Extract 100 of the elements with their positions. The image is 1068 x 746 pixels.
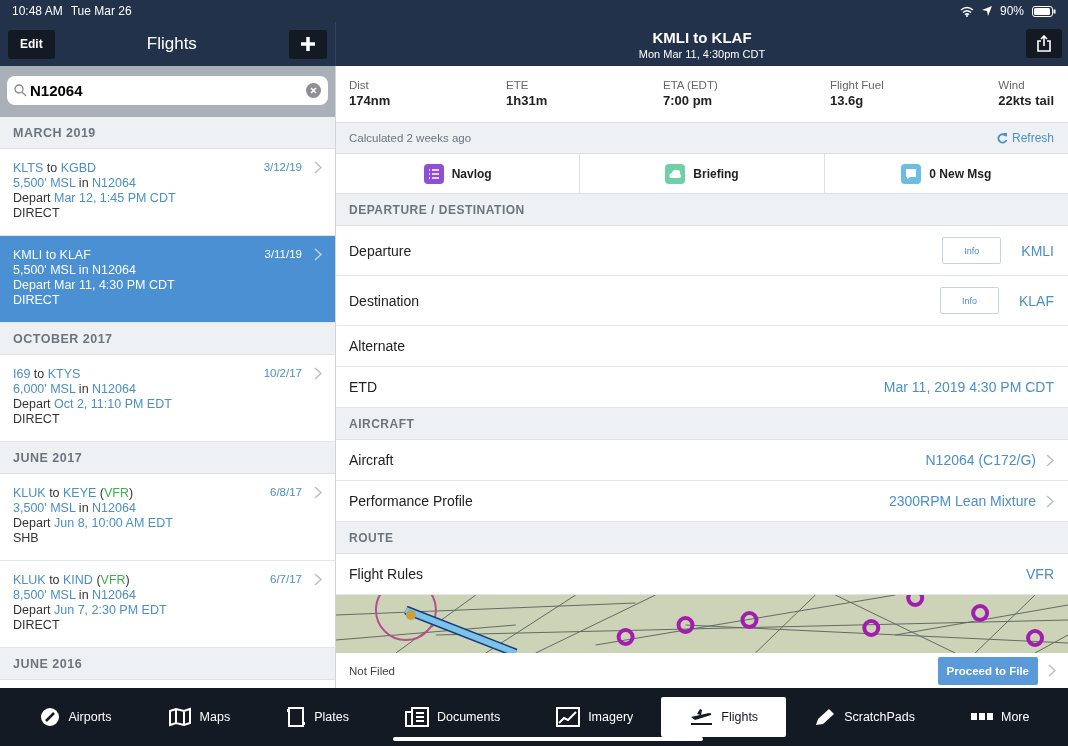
- refresh-icon: [996, 132, 1008, 144]
- section-header: JUNE 2016: [0, 648, 335, 680]
- flight-detail: SHB: [13, 531, 40, 546]
- chevron-icon: [314, 367, 322, 380]
- flight-date: 6/7/17: [270, 573, 302, 587]
- flight-detail: Depart Oct 2, 11:10 PM EDT: [13, 397, 173, 412]
- share-button[interactable]: [1026, 29, 1062, 58]
- wifi-icon: [959, 5, 974, 17]
- chevron-icon: [1046, 494, 1054, 508]
- info-button[interactable]: Info: [940, 287, 999, 314]
- battery-percent: 90%: [999, 4, 1024, 18]
- flight-subtitle: Mon Mar 11, 4:30pm CDT: [638, 47, 766, 60]
- stat-label: Flight Fuel: [830, 79, 885, 91]
- row-value[interactable]: Mar 11, 2019 4:30 PM CDT: [883, 379, 1054, 395]
- map-icon: [167, 707, 192, 727]
- stat-value: 7:00 pm: [663, 93, 714, 108]
- row-value[interactable]: N12064 (C172/G): [925, 452, 1036, 468]
- chevron-icon: [314, 573, 322, 586]
- flight-detail: KLUK to KEYE (VFR): [13, 486, 135, 501]
- calculated-note: Calculated 2 weeks ago: [349, 132, 472, 144]
- row-value[interactable]: 2300RPM Lean Mixture: [888, 493, 1036, 509]
- flight-date: 6/8/17: [270, 486, 302, 500]
- tab-bar-item[interactable]: Maps: [139, 697, 259, 737]
- status-date: Tue Mar 26: [70, 4, 132, 18]
- stat-value: 1h31m: [506, 93, 549, 108]
- stat-value: 22kts tail: [998, 93, 1054, 108]
- section-header: ROUTE: [336, 522, 1068, 554]
- row-label: Aircraft: [349, 452, 395, 468]
- section-header: MARCH 2019: [0, 117, 335, 149]
- row-value[interactable]: VFR: [1026, 566, 1054, 582]
- tab-bar-item[interactable]: Airports: [10, 697, 140, 737]
- chevron-icon: [314, 161, 322, 174]
- add-button[interactable]: [289, 29, 327, 59]
- flight-detail: 8,500' MSL in N12064: [13, 588, 137, 603]
- chevron-icon: [1048, 664, 1056, 677]
- flight-title: KMLI to KLAF: [652, 28, 752, 46]
- flights-title: Flights: [146, 34, 197, 54]
- stat-label: ETA (EDT): [663, 79, 719, 91]
- tab-bar-item[interactable]: Documents: [376, 697, 529, 737]
- flight-detail: Depart Jun 8, 10:00 AM EDT: [13, 516, 174, 531]
- stat-value: 13.6g: [830, 93, 865, 108]
- airplane-icon: [689, 707, 714, 727]
- stat-label: ETE: [506, 79, 530, 91]
- chevron-icon: [1046, 453, 1054, 467]
- location-arrow-icon: [981, 6, 992, 16]
- flight-detail: KMLI to KLAF: [13, 248, 92, 263]
- row-label: Alternate: [349, 338, 407, 354]
- plus-icon: [300, 36, 316, 52]
- chevron-icon: [314, 248, 322, 261]
- battery-icon: [1032, 5, 1056, 17]
- info-button[interactable]: Info: [942, 237, 1002, 264]
- flight-detail: 5,500' MSL in N12064: [13, 176, 137, 191]
- search-field[interactable]: N12064: [7, 76, 328, 105]
- chevron-icon: [314, 486, 322, 499]
- flight-detail: DIRECT: [13, 412, 61, 427]
- section-header: OCTOBER 2017: [0, 323, 335, 355]
- flight-detail: Depart Mar 12, 1:45 PM CDT: [13, 191, 177, 206]
- compass-icon: [38, 706, 61, 728]
- chart-icon: [556, 707, 581, 727]
- flight-detail: DIRECT: [13, 618, 61, 633]
- stat-label: Dist: [349, 79, 370, 91]
- tab-bar-item[interactable]: Imagery: [528, 697, 662, 737]
- flight-detail: 3,500' MSL in N12064: [13, 501, 137, 516]
- section-header: AIRCRAFT: [336, 408, 1068, 440]
- tab-bar-item[interactable]: Plates: [258, 697, 377, 737]
- section-header: JUNE 2017: [0, 442, 335, 474]
- row-label: Performance Profile: [349, 493, 474, 509]
- tab-bar-item[interactable]: ScratchPads: [786, 697, 943, 737]
- flight-detail: DIRECT: [13, 206, 61, 221]
- page-icon: [286, 706, 307, 728]
- flight-detail: 5,500' MSL in N12064: [13, 263, 137, 278]
- flight-detail: KLTS to KGBD: [13, 161, 98, 176]
- pencil-icon: [814, 707, 837, 727]
- status-time: 10:48 AM: [12, 4, 63, 18]
- stat-value: 174nm: [349, 93, 392, 108]
- flight-detail: Depart Jun 7, 2:30 PM EDT: [13, 603, 168, 618]
- row-value[interactable]: KLAF: [1019, 292, 1054, 309]
- flight-detail: Depart Mar 11, 4:30 PM CDT: [13, 278, 176, 293]
- flight-date: 3/12/19: [263, 161, 302, 175]
- tab-bar-item[interactable]: More: [943, 697, 1058, 737]
- row-label: ETD: [349, 379, 378, 395]
- clear-icon[interactable]: [306, 83, 321, 98]
- flight-detail: DIRECT: [13, 293, 61, 308]
- more-icon: [971, 713, 993, 721]
- flight-detail: I69 to KTYS: [13, 367, 82, 382]
- row-label: Destination: [349, 292, 421, 309]
- flight-detail: KLUK to KIND (VFR): [13, 573, 131, 588]
- tab-bar-item[interactable]: Flights: [661, 697, 787, 737]
- edit-button[interactable]: Edit: [8, 29, 55, 59]
- stat-label: Wind: [998, 79, 1026, 91]
- flight-date: 10/2/17: [263, 367, 302, 381]
- document-icon: [404, 707, 429, 727]
- filing-status: Not Filed: [349, 664, 396, 677]
- share-icon: [1037, 35, 1051, 52]
- row-label: Flight Rules: [349, 566, 424, 582]
- row-value[interactable]: KMLI: [1021, 242, 1054, 259]
- search-icon: [14, 84, 27, 97]
- flight-detail: 6,000' MSL in N12064: [13, 382, 137, 397]
- section-header: DEPARTURE / DESTINATION: [336, 194, 1068, 226]
- row-label: Departure: [349, 242, 413, 259]
